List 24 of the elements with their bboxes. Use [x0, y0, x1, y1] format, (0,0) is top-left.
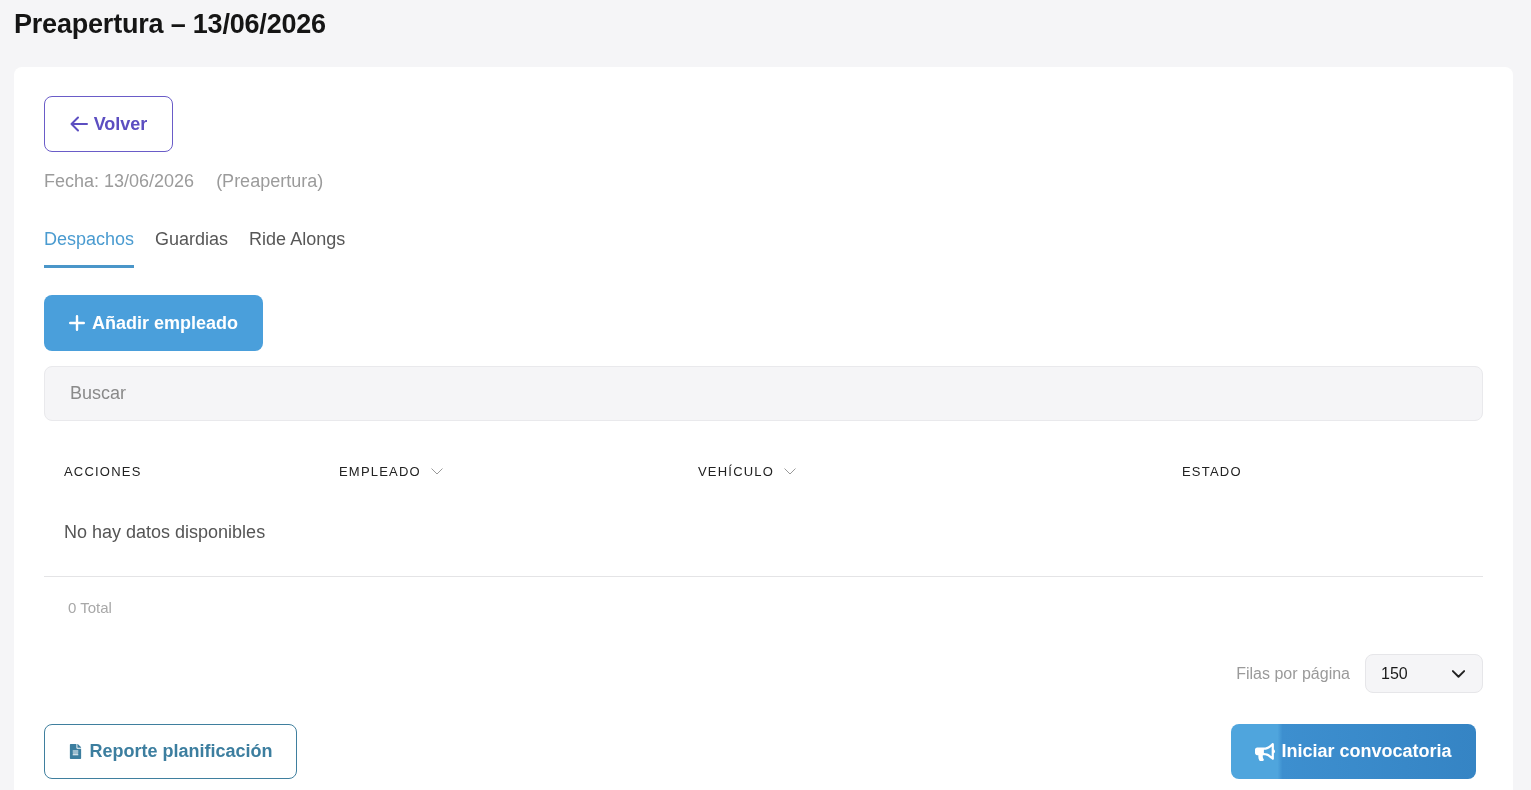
- back-button[interactable]: Volver: [44, 96, 173, 152]
- page-title: Preapertura – 13/06/2026: [14, 8, 326, 41]
- report-button[interactable]: Reporte planificación: [44, 724, 297, 779]
- column-header: ESTADO: [1182, 463, 1242, 479]
- tab[interactable]: Ride Alongs: [249, 228, 346, 268]
- megaphone-icon: [1255, 741, 1276, 762]
- search-field[interactable]: Buscar: [44, 366, 1483, 421]
- sort-chevron-icon[interactable]: [784, 467, 797, 475]
- chevron-down-icon: [1452, 669, 1465, 678]
- rows-per-page-select[interactable]: 150: [1365, 654, 1483, 693]
- type-text: (Preapertura): [216, 171, 324, 191]
- total-count: 0 Total: [68, 599, 112, 617]
- column-header: ACCIONES: [64, 463, 142, 479]
- column-header: EMPLEADO: [339, 463, 421, 479]
- tab[interactable]: Guardias: [155, 228, 229, 268]
- document-icon: [68, 744, 84, 759]
- arrow-left-icon: [69, 116, 88, 132]
- start-call-button[interactable]: Iniciar convocatoria: [1231, 724, 1476, 779]
- sort-chevron-icon[interactable]: [430, 467, 443, 475]
- date-text: Fecha: 13/06/2026: [44, 171, 195, 191]
- empty-message: No hay datos disponibles: [64, 522, 266, 542]
- rows-per-page-label: Filas por página: [1236, 664, 1350, 683]
- plus-icon: [69, 315, 85, 331]
- column-header: VEHÍCULO: [698, 463, 775, 479]
